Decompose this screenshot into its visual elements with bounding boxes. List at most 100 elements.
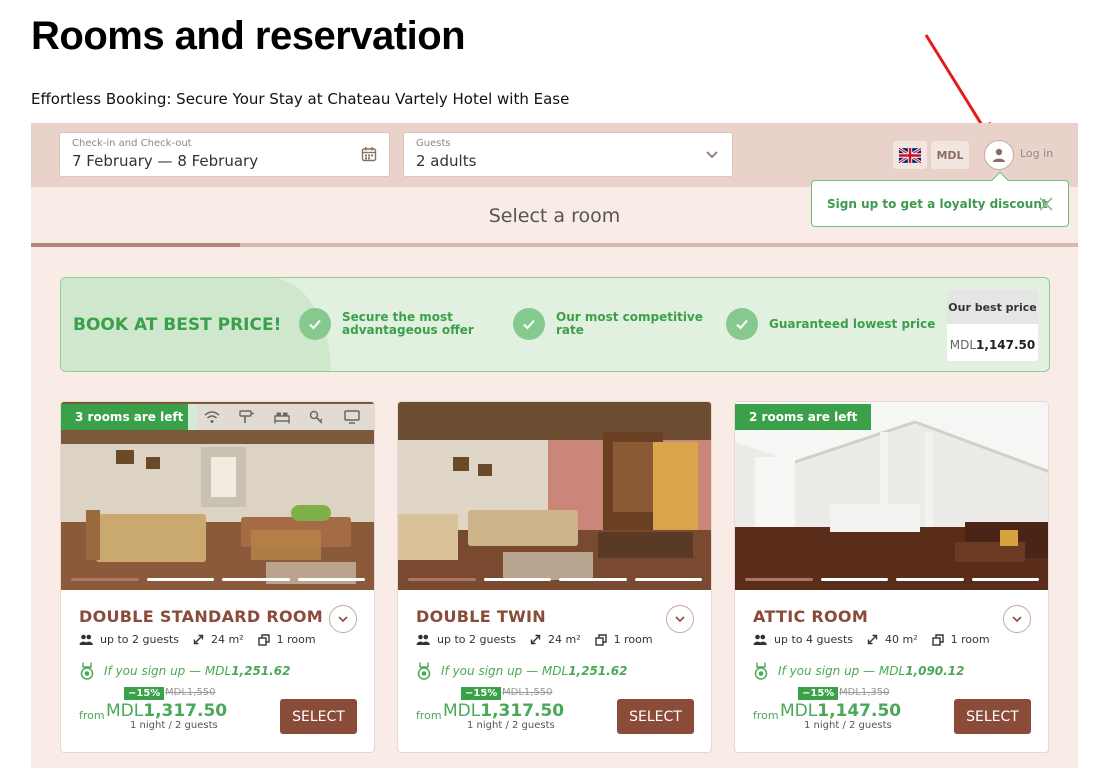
room-photo[interactable]: 3 rooms are left [61, 402, 374, 590]
chevron-down-icon [706, 151, 718, 159]
expand-button[interactable] [329, 605, 357, 633]
price-from-label: from [416, 709, 442, 722]
expand-button[interactable] [1003, 605, 1031, 633]
benefit-item: Guaranteed lowest price [726, 306, 935, 342]
select-room-button[interactable]: SELECT [954, 699, 1031, 734]
guests-icon [79, 634, 93, 645]
area-icon [867, 634, 878, 645]
wifi-icon [204, 410, 220, 424]
photo-slider-dots[interactable] [745, 578, 1039, 582]
best-price-box: Our best price MDL1,147.50 [947, 290, 1038, 361]
member-price-line[interactable]: If you sign up — MDL 1,090.12 [753, 662, 964, 680]
check-icon [513, 308, 545, 340]
room-guests: up to 2 guests [100, 633, 179, 646]
old-price: MDL1,550 [502, 687, 553, 698]
availability-badge: 3 rooms are left [61, 404, 198, 430]
dates-field[interactable]: Check-in and Check-out 7 February — 8 Fe… [59, 132, 390, 177]
room-name[interactable]: ATTIC ROOM [753, 607, 868, 626]
room-photo[interactable] [398, 402, 711, 590]
tv-icon [344, 410, 361, 424]
room-count: 1 room [950, 633, 990, 646]
best-price-label: Our best price [947, 290, 1038, 324]
room-count-icon [931, 633, 944, 646]
medal-icon [417, 662, 431, 680]
login-link[interactable]: Log in [1020, 147, 1053, 160]
chevron-down-icon [1012, 616, 1022, 623]
discount-badge: −15% [461, 687, 502, 700]
hair-dryer-icon [239, 410, 255, 424]
language-button[interactable] [893, 141, 927, 169]
room-count-icon [257, 633, 270, 646]
guests-value: 2 adults [416, 152, 477, 170]
guests-label: Guests [416, 138, 451, 149]
room-name[interactable]: DOUBLE STANDARD ROOM [79, 607, 323, 626]
benefit-item: Our most competitive rate [513, 306, 703, 342]
booking-widget: Check-in and Check-out 7 February — 8 Fe… [31, 123, 1078, 768]
price-block: −15% MDL1,550 from MDL1,317.50 1 night /… [416, 687, 586, 747]
medal-icon [80, 662, 94, 680]
room-count-icon [594, 633, 607, 646]
price-from-label: from [753, 709, 779, 722]
price-basis: 1 night / 2 guests [130, 720, 218, 731]
page-subtitle: Effortless Booking: Secure Your Stay at … [31, 90, 570, 108]
select-room-button[interactable]: SELECT [617, 699, 694, 734]
price-basis: 1 night / 2 guests [804, 720, 892, 731]
room-count: 1 room [276, 633, 316, 646]
room-specs: up to 2 guests 24 m² 1 room [79, 633, 330, 646]
step-progress [31, 243, 1078, 247]
guests-field[interactable]: Guests 2 adults [403, 132, 733, 177]
key-icon [309, 410, 325, 424]
price-block: −15% MDL1,350 from MDL1,147.50 1 night /… [753, 687, 923, 747]
member-price-line[interactable]: If you sign up — MDL 1,251.62 [79, 662, 290, 680]
room-photo[interactable]: 2 rooms are left [735, 402, 1048, 590]
old-price: MDL1,350 [839, 687, 890, 698]
member-price-prefix: If you sign up — MDL [778, 664, 906, 678]
photo-slider-dots[interactable] [71, 578, 365, 582]
discount-badge: −15% [124, 687, 165, 700]
expand-button[interactable] [666, 605, 694, 633]
account-button[interactable] [984, 140, 1014, 170]
step-progress-fill [31, 243, 241, 247]
room-guests: up to 2 guests [437, 633, 516, 646]
room-area: 24 m² [210, 633, 244, 646]
check-icon [299, 308, 331, 340]
room-specs: up to 2 guests 24 m² 1 room [416, 633, 667, 646]
room-name[interactable]: DOUBLE TWIN [416, 607, 546, 626]
step-title: Select a room [488, 205, 621, 227]
room-count: 1 room [613, 633, 653, 646]
member-price-amount: 1,090.12 [905, 664, 965, 678]
banner-headline: BOOK AT BEST PRICE! [73, 315, 282, 335]
current-price: MDL1,317.50 [106, 701, 228, 721]
calendar-icon [361, 147, 377, 162]
dates-value: 7 February — 8 February [72, 152, 259, 170]
benefit-item: Secure the most advantageous offer [299, 306, 474, 342]
member-price-amount: 1,251.62 [231, 664, 291, 678]
room-card: 2 rooms are left ATTIC ROOM up to 4 gues… [734, 401, 1049, 753]
photo-slider-dots[interactable] [408, 578, 702, 582]
price-basis: 1 night / 2 guests [467, 720, 555, 731]
member-price-prefix: If you sign up — MDL [104, 664, 232, 678]
bed-icon [274, 410, 290, 424]
medal-icon [754, 662, 768, 680]
chevron-down-icon [338, 616, 348, 623]
member-price-prefix: If you sign up — MDL [441, 664, 569, 678]
chevron-down-icon [675, 616, 685, 623]
guests-icon [753, 634, 767, 645]
member-price-line[interactable]: If you sign up — MDL 1,251.62 [416, 662, 627, 680]
current-price: MDL1,147.50 [780, 701, 902, 721]
price-from-label: from [79, 709, 105, 722]
search-bar: Check-in and Check-out 7 February — 8 Fe… [31, 123, 1078, 187]
discount-badge: −15% [798, 687, 839, 700]
member-price-amount: 1,251.62 [568, 664, 628, 678]
check-icon [726, 308, 758, 340]
room-area: 40 m² [884, 633, 918, 646]
select-room-button[interactable]: SELECT [280, 699, 357, 734]
room-specs: up to 4 guests 40 m² 1 room [753, 633, 1004, 646]
room-area: 24 m² [547, 633, 581, 646]
currency-button[interactable]: MDL [931, 141, 969, 169]
best-price-banner: BOOK AT BEST PRICE! Secure the most advan… [60, 277, 1050, 372]
dates-label: Check-in and Check-out [72, 138, 192, 149]
uk-flag-icon [899, 147, 921, 163]
benefit-line: rate [556, 323, 584, 337]
benefit-line: Our most competitive [556, 310, 703, 324]
